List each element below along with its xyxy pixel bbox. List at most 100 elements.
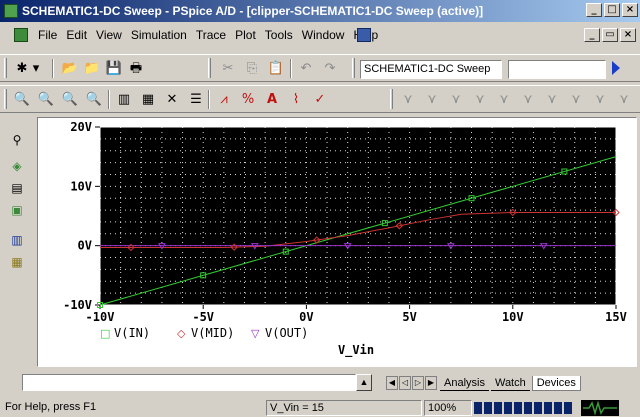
menu-bar: File Edit View Simulation Trace Plot Tools Wind…: [0, 24, 640, 46]
waveform-plot[interactable]: 20V10V0V-10V-10V -5V 0V 5V 10V 15V□ V(IN) ◇ V(MI…: [38, 118, 636, 366]
toolbar-grip[interactable]: [390, 89, 393, 109]
tab-prev-icon[interactable]: ◁: [399, 376, 411, 390]
bias-current-icon[interactable]: ▦: [8, 254, 26, 270]
paste-icon[interactable]: 📋: [266, 59, 286, 78]
trace-math-icon[interactable]: %: [238, 90, 258, 109]
performance-analysis-icon[interactable]: ✕: [162, 90, 182, 109]
title-bar: SCHEMATIC1-DC Sweep - PSpice A/D - [clip…: [0, 0, 640, 22]
doc-restore-button[interactable]: ▭: [602, 28, 618, 42]
open-file-icon[interactable]: 📂: [60, 59, 80, 78]
tab-analysis[interactable]: Analysis: [440, 376, 489, 391]
toolbar-separator: [52, 59, 54, 78]
x-tick-label: -5V: [192, 310, 214, 324]
legend-label: V(MID): [191, 326, 234, 340]
mark-data-point-icon[interactable]: ⋎: [614, 90, 634, 109]
output-field[interactable]: [22, 374, 356, 391]
run-simulation-icon[interactable]: [612, 61, 620, 75]
doc-close-button[interactable]: ×: [620, 28, 636, 42]
x-tick-label: 5V: [402, 310, 416, 324]
redo-icon[interactable]: ↷: [320, 59, 340, 78]
output-tabs: ◀ ◁ ▷ ▶ Analysis Watch Devices: [386, 374, 581, 392]
cut-icon[interactable]: ✂: [218, 59, 238, 78]
doc-minimize-button[interactable]: _: [584, 28, 600, 42]
status-coordinate: V_Vin = 15: [266, 400, 422, 416]
plot-area: [100, 127, 616, 305]
menu-plot[interactable]: Plot: [231, 28, 260, 42]
mark-data-point-icon[interactable]: ⋎: [398, 90, 418, 109]
legend-marker: ▽: [251, 327, 260, 340]
tab-last-icon[interactable]: ▶: [425, 376, 437, 390]
tab-first-icon[interactable]: ◀: [386, 376, 398, 390]
simulation-profile-select[interactable]: SCHEMATIC1-DC Sweep: [360, 60, 502, 79]
output-scroll-icon[interactable]: ▲: [356, 374, 372, 391]
print-icon[interactable]: 🖶: [126, 59, 146, 78]
toolbar-grip[interactable]: [208, 58, 211, 78]
y-tick-label: 0V: [78, 239, 92, 253]
menu-view[interactable]: View: [92, 28, 126, 42]
voltage-marker-icon[interactable]: ◈: [8, 158, 26, 174]
y-tick-label: 10V: [70, 179, 92, 193]
mark-data-point-icon[interactable]: ⋎: [566, 90, 586, 109]
mark-data-point-icon[interactable]: ⋎: [422, 90, 442, 109]
status-help-text: For Help, press F1: [5, 401, 97, 413]
x-tick-label: 0V: [299, 310, 313, 324]
label-icon[interactable]: A: [262, 90, 282, 109]
plot-window[interactable]: 20V 10V 0V -10V -10V -5V 0V 5V 10V 15V □ V(IN) ◇ V(MI…: [37, 117, 637, 367]
menu-edit[interactable]: Edit: [62, 28, 91, 42]
tab-watch[interactable]: Watch: [490, 376, 530, 391]
menu-file[interactable]: File: [34, 28, 61, 42]
mark-data-point-icon[interactable]: ⋎: [518, 90, 538, 109]
mark-data-point-icon[interactable]: ⋎: [470, 90, 490, 109]
zoom-area-icon[interactable]: 🔍: [60, 90, 80, 109]
power-marker-icon[interactable]: ▣: [8, 202, 26, 218]
current-marker-icon[interactable]: ▤: [8, 180, 26, 196]
mark-data-point-icon[interactable]: ⋎: [446, 90, 466, 109]
simulation-progress-bar: [473, 401, 577, 415]
zoom-fit-icon[interactable]: 🔍: [84, 90, 104, 109]
zoom-out-icon[interactable]: 🔍: [36, 90, 56, 109]
toggle-icon[interactable]: ☰: [186, 90, 206, 109]
x-tick-label: 15V: [605, 310, 627, 324]
toolbar-grip[interactable]: [4, 89, 7, 109]
standard-toolbar: ✱ ▾ 📂 📁 💾 🖶 ✂ ⎘ 📋 ↶ ↷ SCHEMATIC1-DC Swee…: [0, 54, 640, 82]
minimize-button[interactable]: _: [586, 3, 602, 17]
log-x-icon[interactable]: ▥: [114, 90, 134, 109]
menu-trace[interactable]: Trace: [192, 28, 230, 42]
undo-icon[interactable]: ↶: [296, 59, 316, 78]
cursor-icon[interactable]: ⌇: [286, 90, 306, 109]
x-tick-label: 10V: [502, 310, 524, 324]
pspice-app-icon[interactable]: [4, 4, 18, 18]
new-file-icon[interactable]: ✱: [12, 59, 32, 78]
cursor-toggle-icon[interactable]: ✓: [310, 90, 330, 109]
search-input[interactable]: [508, 60, 606, 79]
x-tick-label: -10V: [86, 310, 115, 324]
copy-icon[interactable]: ⎘: [242, 59, 262, 78]
bias-voltage-icon[interactable]: ▥: [8, 232, 26, 248]
activity-indicator: [581, 400, 619, 416]
y-tick-label: 20V: [70, 120, 92, 134]
help-context-icon[interactable]: [357, 28, 371, 42]
toolbar-separator: [208, 90, 210, 109]
x-axis-label: V_Vin: [338, 343, 374, 358]
add-trace-icon[interactable]: ⩘: [214, 90, 234, 109]
toolbar-grip[interactable]: [352, 58, 355, 78]
save-icon[interactable]: 💾: [104, 59, 124, 78]
maximize-button[interactable]: □: [604, 3, 620, 17]
menu-simulation[interactable]: Simulation: [127, 28, 191, 42]
mark-data-point-icon[interactable]: ⋎: [494, 90, 514, 109]
tab-next-icon[interactable]: ▷: [412, 376, 424, 390]
tab-devices[interactable]: Devices: [531, 375, 581, 391]
mark-data-point-icon[interactable]: ⋎: [590, 90, 610, 109]
open-folder-icon[interactable]: 📁: [82, 59, 102, 78]
window-title: SCHEMATIC1-DC Sweep - PSpice A/D - [clip…: [22, 4, 484, 18]
fourier-icon[interactable]: ▦: [138, 90, 158, 109]
mark-data-point-icon[interactable]: ⋎: [542, 90, 562, 109]
document-icon[interactable]: [14, 28, 28, 42]
close-button[interactable]: ×: [622, 3, 638, 17]
toolbar-grip[interactable]: [4, 58, 7, 78]
zoom-in-icon[interactable]: 🔍: [12, 90, 32, 109]
menu-tools[interactable]: Tools: [261, 28, 297, 42]
new-dropdown-icon[interactable]: ▾: [30, 59, 42, 78]
probe-icon[interactable]: ⚲: [8, 132, 26, 148]
menu-window[interactable]: Window: [298, 28, 349, 42]
